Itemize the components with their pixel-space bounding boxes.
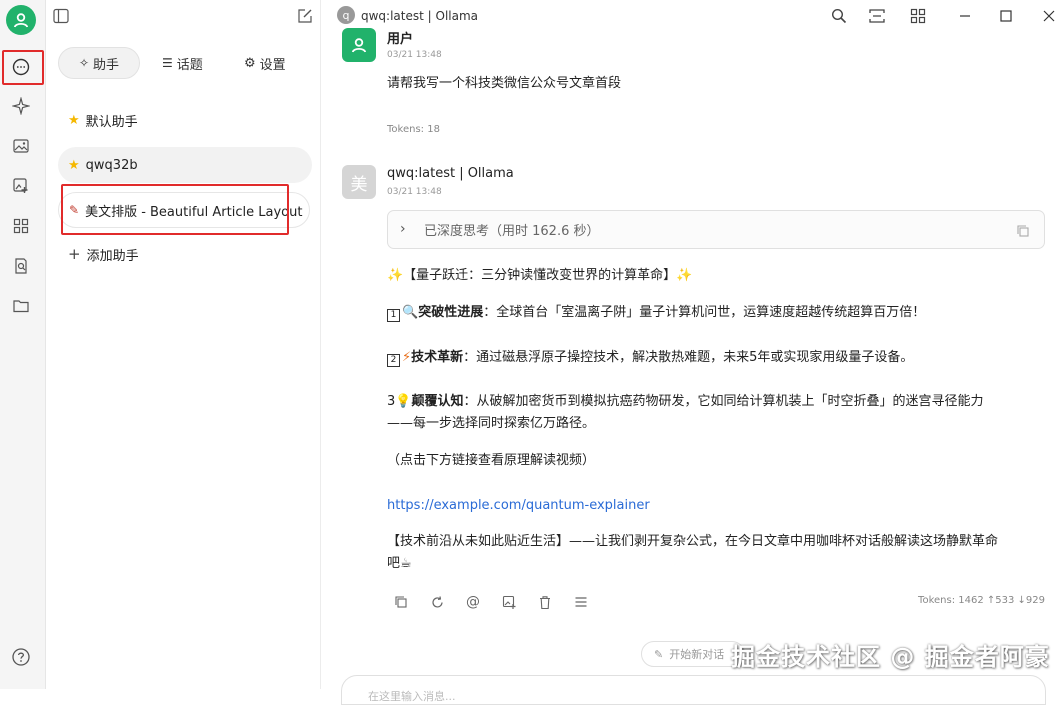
user-avatar[interactable] [6,5,36,35]
chevron-right-icon: › [400,221,406,237]
layout-button[interactable] [867,6,887,26]
watermark: 掘金技术社区 @ 掘金者阿豪 [731,637,1050,672]
new-chat-button[interactable] [295,6,315,26]
mini-apps-button[interactable] [908,6,928,26]
knowledge-nav-button[interactable] [10,255,32,277]
agents-nav-button[interactable] [10,95,32,117]
add-assistant-button[interactable]: + 添加助手 [58,236,312,272]
user-name: 用户 [387,28,413,47]
maximize-button[interactable] [996,6,1016,26]
answer-point-1: 1🔍突破性进展：全球首台「室温离子阱」量子计算机问世，运算速度超越传统超算百万倍… [387,302,925,324]
copy-icon [394,595,408,609]
image-edit-icon [502,595,517,610]
window-title: qwq:latest | Ollama [361,9,478,23]
grid-icon [910,8,926,24]
plus-icon: + [68,245,81,263]
export-image-button[interactable] [499,592,519,612]
answer-closing: 【技术前沿从未如此贴近生活】——让我们剥开复杂公式，在今日文章中用咖啡杯对话般解… [387,531,1047,575]
copy-button[interactable] [391,592,411,612]
chat-area: 用户 03/21 13:48 请帮我写一个科技类微信公众号文章首段 Tokens… [321,32,1063,689]
chat-bubble-icon [11,57,31,77]
files-nav-button[interactable] [10,295,32,317]
assistant-timestamp: 03/21 13:48 [387,187,442,197]
assistant-avatar: 美 [342,165,376,199]
tab-assistants[interactable]: ✧ 助手 [58,47,140,79]
minimize-icon [958,9,972,23]
tab-topics[interactable]: ☰ 话题 [162,47,203,79]
image-nav-button[interactable] [10,135,32,157]
new-topic-button[interactable]: ✎ 开始新对话 [641,641,745,667]
answer-link[interactable]: https://example.com/quantum-explainer [387,495,650,517]
translate-nav-button[interactable] [10,175,32,197]
sidebar-toggle-icon [52,7,70,25]
apps-nav-button[interactable] [10,215,32,237]
search-button[interactable] [829,6,849,26]
user-message-text: 请帮我写一个科技类微信公众号文章首段 [387,73,621,95]
edit-icon: ✎ [654,648,663,661]
assistant-name: qwq:latest | Ollama [387,166,514,181]
grid-icon [12,217,30,235]
minimize-button[interactable] [955,6,975,26]
more-menu-button[interactable] [571,592,591,612]
assistant-token-count: Tokens: 1462 ↑533 ↓929 [918,595,1045,606]
tab-settings[interactable]: ⚙ 设置 [244,47,286,79]
highlight-box-assistant [61,184,289,235]
user-token-count: Tokens: 18 [387,124,440,135]
mention-button[interactable]: @ [463,592,483,612]
edit-icon [296,7,314,25]
refresh-icon [430,595,445,610]
sparkle-icon: ✧ [79,56,89,70]
close-icon [1042,9,1056,23]
message-input[interactable]: 在这里输入消息... [341,675,1046,705]
image-edit-icon [12,177,30,195]
star-icon: ★ [68,113,80,128]
at-icon: @ [466,594,480,610]
assistant-item-qwq32b[interactable]: ★ qwq32b [58,147,312,183]
thinking-label: 已深度思考（用时 162.6 秒） [424,220,599,239]
assistant-item-default[interactable]: ★ 默认助手 [58,102,312,138]
expand-icon [868,8,886,24]
search-icon [831,8,847,24]
menu-icon [574,595,588,609]
folder-icon [12,297,30,315]
user-icon [350,36,368,54]
chat-nav-button[interactable] [10,56,32,78]
thinking-panel[interactable]: › 已深度思考（用时 162.6 秒） [387,210,1045,249]
maximize-icon [999,9,1013,23]
sidebar-header [46,0,320,32]
user-message-avatar [342,28,376,62]
list-icon: ☰ [162,56,173,70]
help-icon [11,647,31,667]
answer-note: （点击下方链接查看原理解读视频） [387,450,595,472]
toggle-sidebar-button[interactable] [51,6,71,26]
trash-icon [538,595,552,610]
copy-icon[interactable] [1016,223,1030,242]
assistant-sidebar: ✧ 助手 ☰ 话题 ⚙ 设置 ★ 默认助手 ★ qwq32b ✎ 美文排版 - … [46,0,321,689]
answer-point-3: 3💡颠覆认知：从破解加密货币到模拟抗癌药物研发，它如同给计算机装上「时空折叠」的… [387,391,1047,435]
user-timestamp: 03/21 13:48 [387,50,442,60]
document-search-icon [12,257,30,275]
delete-button[interactable] [535,592,555,612]
gear-icon: ⚙ [244,56,256,71]
regenerate-button[interactable] [427,592,447,612]
title-bar: q qwq:latest | Ollama [321,0,1063,32]
help-button[interactable] [10,646,32,668]
star-icon: ★ [68,158,80,173]
image-icon [12,137,30,155]
sparkle-icon [12,97,30,115]
answer-headline: ✨【量子跃迁：三分钟读懂改变世界的计算革命】✨ [387,265,692,287]
close-button[interactable] [1039,6,1059,26]
user-icon [12,11,30,29]
answer-point-2: 2⚡技术革新：通过磁悬浮原子操控技术，解决散热难题，未来5年或实现家用级量子设备… [387,347,913,369]
sidebar-tabs: ✧ 助手 ☰ 话题 ⚙ 设置 [58,47,310,79]
model-avatar: q [337,6,355,24]
icon-rail [0,0,46,689]
